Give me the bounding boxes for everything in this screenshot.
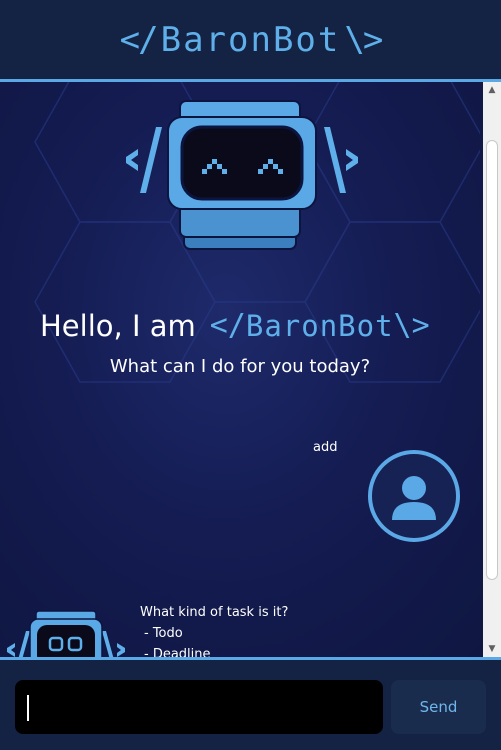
logo-open-bracket: </ — [209, 308, 246, 343]
send-button[interactable]: Send — [391, 680, 486, 734]
chevron-up-icon[interactable]: ▲ — [483, 82, 501, 98]
chevron-down-icon[interactable]: ▼ — [483, 641, 501, 657]
user-message: add — [313, 440, 338, 455]
bot-question: What kind of task is it? — [140, 605, 289, 620]
logo-close-bracket: \> — [344, 19, 383, 60]
bot-option-deadline: - Deadline — [144, 647, 211, 657]
robot-icon — [126, 100, 358, 250]
bot-option-todo: - Todo — [144, 626, 183, 641]
welcome-heading: Hello, I am </ BaronBot \> — [40, 308, 430, 343]
message-input[interactable] — [15, 680, 383, 734]
chat-area[interactable]: Hello, I am </ BaronBot \> What can I do… — [0, 82, 501, 657]
brand-name: BaronBot — [245, 308, 394, 343]
scrollbar-thumb[interactable] — [486, 140, 498, 580]
app-title: BaronBot — [160, 19, 341, 60]
bot-avatar-icon — [7, 610, 125, 657]
brand-logo-inline: </ BaronBot \> — [210, 308, 430, 343]
bot-message: What kind of task is it? - Todo - Deadli… — [140, 602, 288, 657]
text-caret — [27, 695, 29, 721]
logo-open-bracket: </ — [119, 19, 159, 60]
logo-close-bracket: \> — [393, 308, 430, 343]
composer-bar: Send — [0, 657, 501, 750]
greeting-text: Hello, I am — [40, 308, 196, 343]
user-avatar-icon — [368, 450, 460, 542]
welcome-subtitle: What can I do for you today? — [109, 356, 371, 377]
brand-logo: </ BaronBot \> — [119, 19, 384, 60]
app-header: </ BaronBot \> — [0, 0, 501, 82]
chat-scrollbar[interactable]: ▲ ▼ — [483, 82, 501, 657]
